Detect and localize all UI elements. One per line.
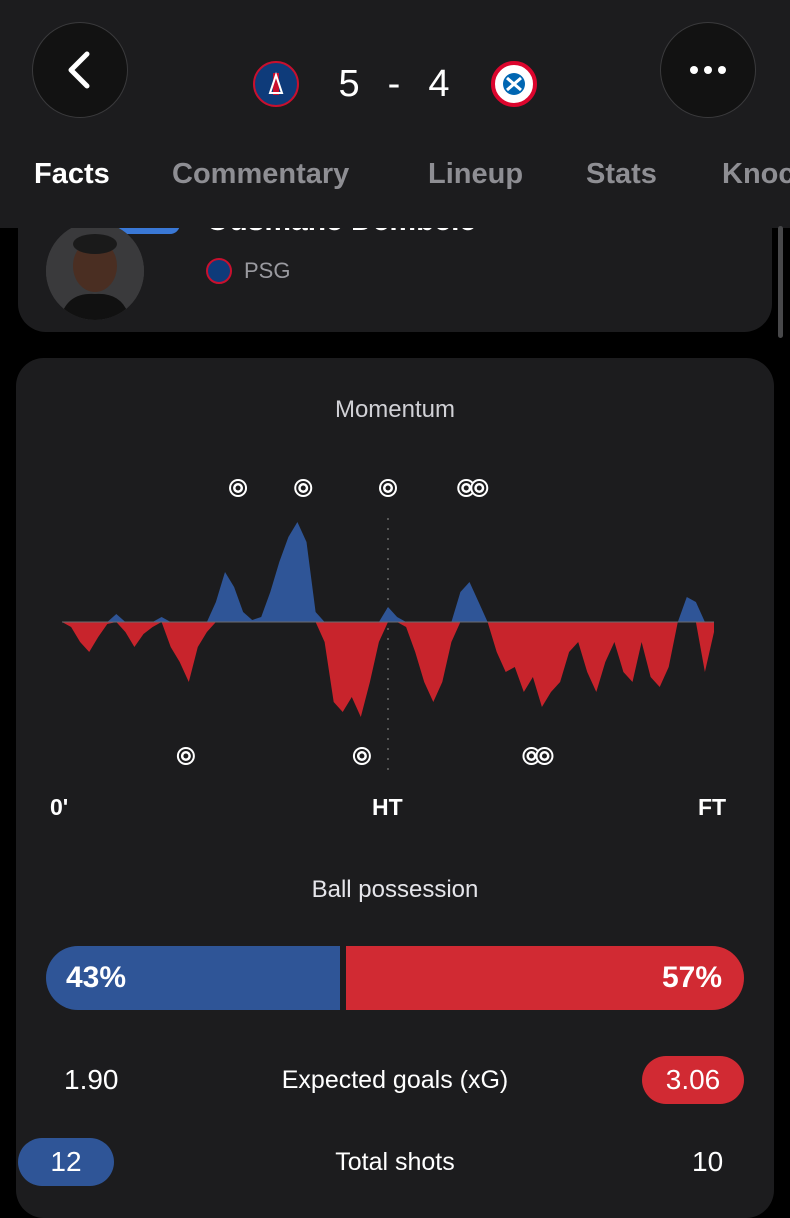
tab-facts[interactable]: Facts (34, 158, 110, 191)
away-score: 4 (428, 62, 452, 105)
scoreline: 5 - 4 (339, 63, 452, 106)
tab-stats[interactable]: Stats (586, 158, 657, 191)
possession-away-label: 57% (661, 961, 722, 994)
home-goal-icon-center (476, 485, 482, 491)
home-goal-icon-center (385, 485, 391, 491)
shots-away-value: 10 (692, 1146, 724, 1177)
possession-home: 43% (46, 946, 341, 1010)
home-goal-icon-center (235, 485, 241, 491)
psg-logo-icon[interactable] (252, 61, 299, 107)
possession-bar: 43% 57% (46, 946, 744, 1010)
tab-commentary[interactable]: Commentary (172, 158, 349, 191)
possession-title: Ball possession (311, 876, 479, 903)
psg-logo-icon (206, 258, 232, 284)
home-goal-icon-center (463, 485, 469, 491)
momentum-chart (62, 479, 714, 772)
scrollbar[interactable] (778, 226, 783, 338)
xg-away-pill: 3.06 (642, 1056, 744, 1104)
timeline-halftime-label: HT (372, 794, 403, 820)
stat-row-xg: 1.90 Expected goals (xG) 3.06 (0, 1056, 790, 1106)
timeline-end-label: FT (698, 794, 727, 820)
away-goal-icon-center (183, 753, 189, 759)
score-separator: - (387, 62, 403, 105)
shots-label: Total shots (335, 1148, 455, 1176)
home-score: 5 (338, 62, 362, 105)
away-goal-icon-center (528, 753, 534, 759)
momentum-home-area (62, 522, 714, 622)
match-header: 5 - 4 Facts Commentary Lineup Stats Knoc (0, 0, 790, 228)
timeline-start-label: 0' (50, 794, 69, 820)
player-team: PSG (206, 258, 290, 284)
xg-away-value: 3.06 (665, 1064, 721, 1095)
away-goal-icon-center (359, 753, 365, 759)
player-team-label: PSG (244, 258, 291, 283)
tab-lineup[interactable]: Lineup (428, 158, 523, 191)
tab-knockout[interactable]: Knoc (722, 158, 790, 191)
possession-away: 57% (346, 946, 744, 1010)
stat-row-shots: 12 Total shots 10 (0, 1138, 790, 1188)
score-row: 5 - 4 (0, 52, 790, 116)
player-avatar (46, 222, 144, 320)
momentum-title: Momentum (334, 396, 456, 423)
possession-home-label: 43% (66, 961, 127, 994)
home-goal-icon-center (300, 485, 306, 491)
bayern-logo-icon[interactable] (491, 61, 538, 107)
away-goal-icon-center (541, 753, 547, 759)
